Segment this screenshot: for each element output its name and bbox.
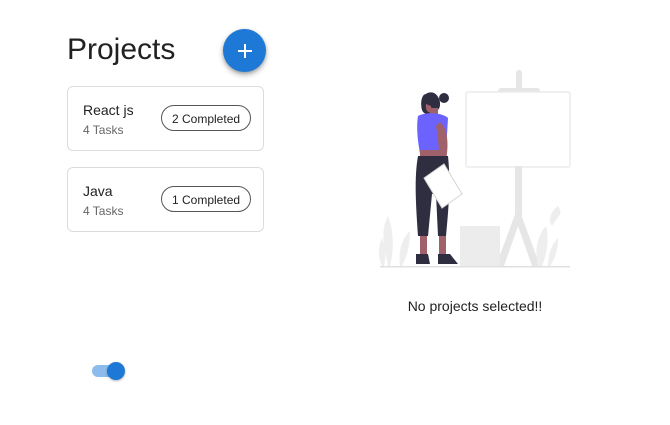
- page: Projects React js 4 Tasks 2 Completed Ja…: [0, 0, 670, 425]
- project-card[interactable]: Java 4 Tasks 1 Completed: [67, 167, 264, 232]
- project-task-count: 4 Tasks: [83, 204, 124, 218]
- person-right-shoe: [438, 254, 458, 264]
- completed-badge: 2 Completed: [161, 105, 252, 131]
- plus-icon: [237, 43, 252, 58]
- theme-toggle-switch[interactable]: [92, 362, 126, 380]
- toggle-thumb: [107, 362, 125, 380]
- ground-line: [380, 266, 570, 268]
- person-right-calf: [439, 236, 446, 256]
- plant-right-2: [548, 238, 558, 266]
- person-left-shoe: [416, 254, 430, 264]
- person-left-calf: [420, 236, 427, 256]
- empty-state-message: No projects selected!!: [407, 298, 543, 314]
- project-task-count: 4 Tasks: [83, 123, 124, 137]
- page-title: Projects: [67, 33, 176, 66]
- project-name: Java: [83, 183, 113, 199]
- easel-legs: [496, 206, 540, 266]
- box: [460, 226, 500, 266]
- plant-left-2: [399, 231, 410, 266]
- project-name: React js: [83, 102, 134, 118]
- person-hair-bun: [439, 93, 449, 103]
- canvas-board: [465, 91, 571, 168]
- completed-badge: 1 Completed: [161, 186, 252, 212]
- empty-state-illustration: [379, 70, 571, 268]
- plant-right-3: [550, 206, 561, 226]
- plant-right: [536, 226, 548, 266]
- project-card[interactable]: React js 4 Tasks 2 Completed: [67, 86, 264, 151]
- add-project-button[interactable]: [223, 29, 266, 72]
